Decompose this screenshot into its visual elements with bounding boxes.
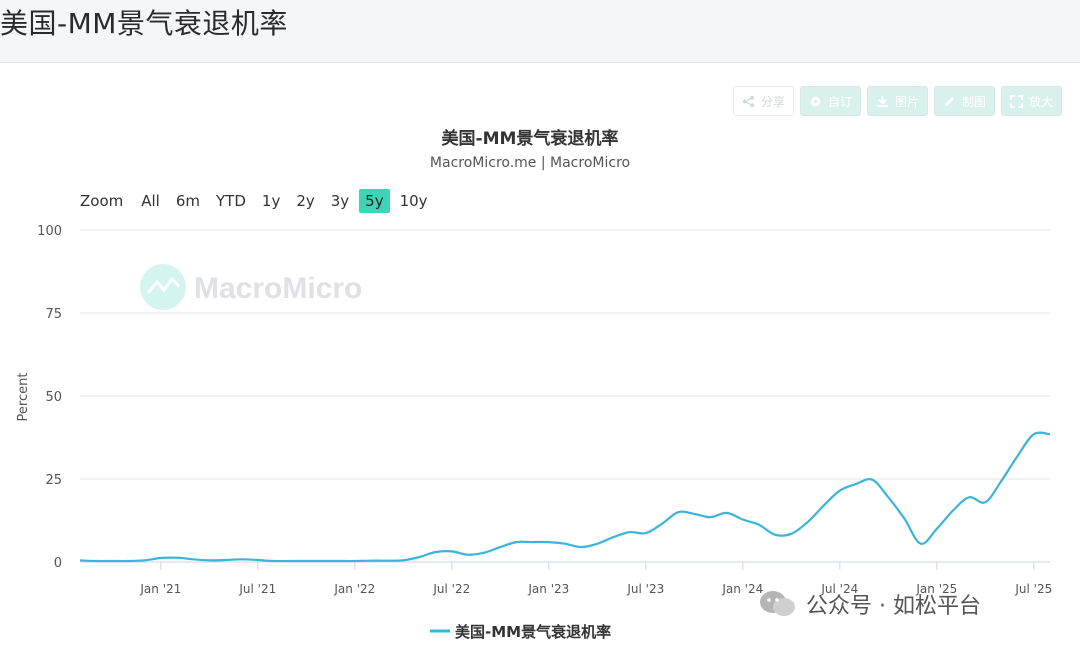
x-tick-label: Jan '24 <box>721 582 763 596</box>
y-tick-label: 100 <box>37 224 62 239</box>
y-tick-label: 0 <box>54 556 62 571</box>
legend[interactable]: 美国-MM景气衰退机率 <box>430 623 611 641</box>
x-tick-label: Jan '23 <box>527 582 569 596</box>
x-tick-label: Jan '21 <box>139 582 181 596</box>
wechat-watermark: 公众号 · 如松平台 <box>758 588 981 620</box>
watermark-text: MacroMicro <box>194 272 362 305</box>
x-tick-label: Jul '25 <box>1014 582 1052 596</box>
x-tick-label: Jul '23 <box>626 582 664 596</box>
legend-item: 美国-MM景气衰退机率 <box>455 623 611 641</box>
y-tick-label: 50 <box>45 390 62 405</box>
x-tick-label: Jul '21 <box>238 582 276 596</box>
macromicro-watermark: MacroMicro <box>140 264 362 310</box>
line-chart: MacroMicro 0 25 50 75 100 Jan '21 Jul '21 Jan … <box>16 224 1052 641</box>
y-tick-label: 25 <box>45 473 62 488</box>
y-tick-label: 75 <box>45 307 62 322</box>
x-tick-label: Jul '22 <box>432 582 470 596</box>
wechat-icon <box>760 591 795 616</box>
wechat-text: 公众号 · 如松平台 <box>806 594 981 619</box>
x-tick-label: Jan '22 <box>333 582 375 596</box>
y-axis-label: Percent <box>16 373 31 422</box>
